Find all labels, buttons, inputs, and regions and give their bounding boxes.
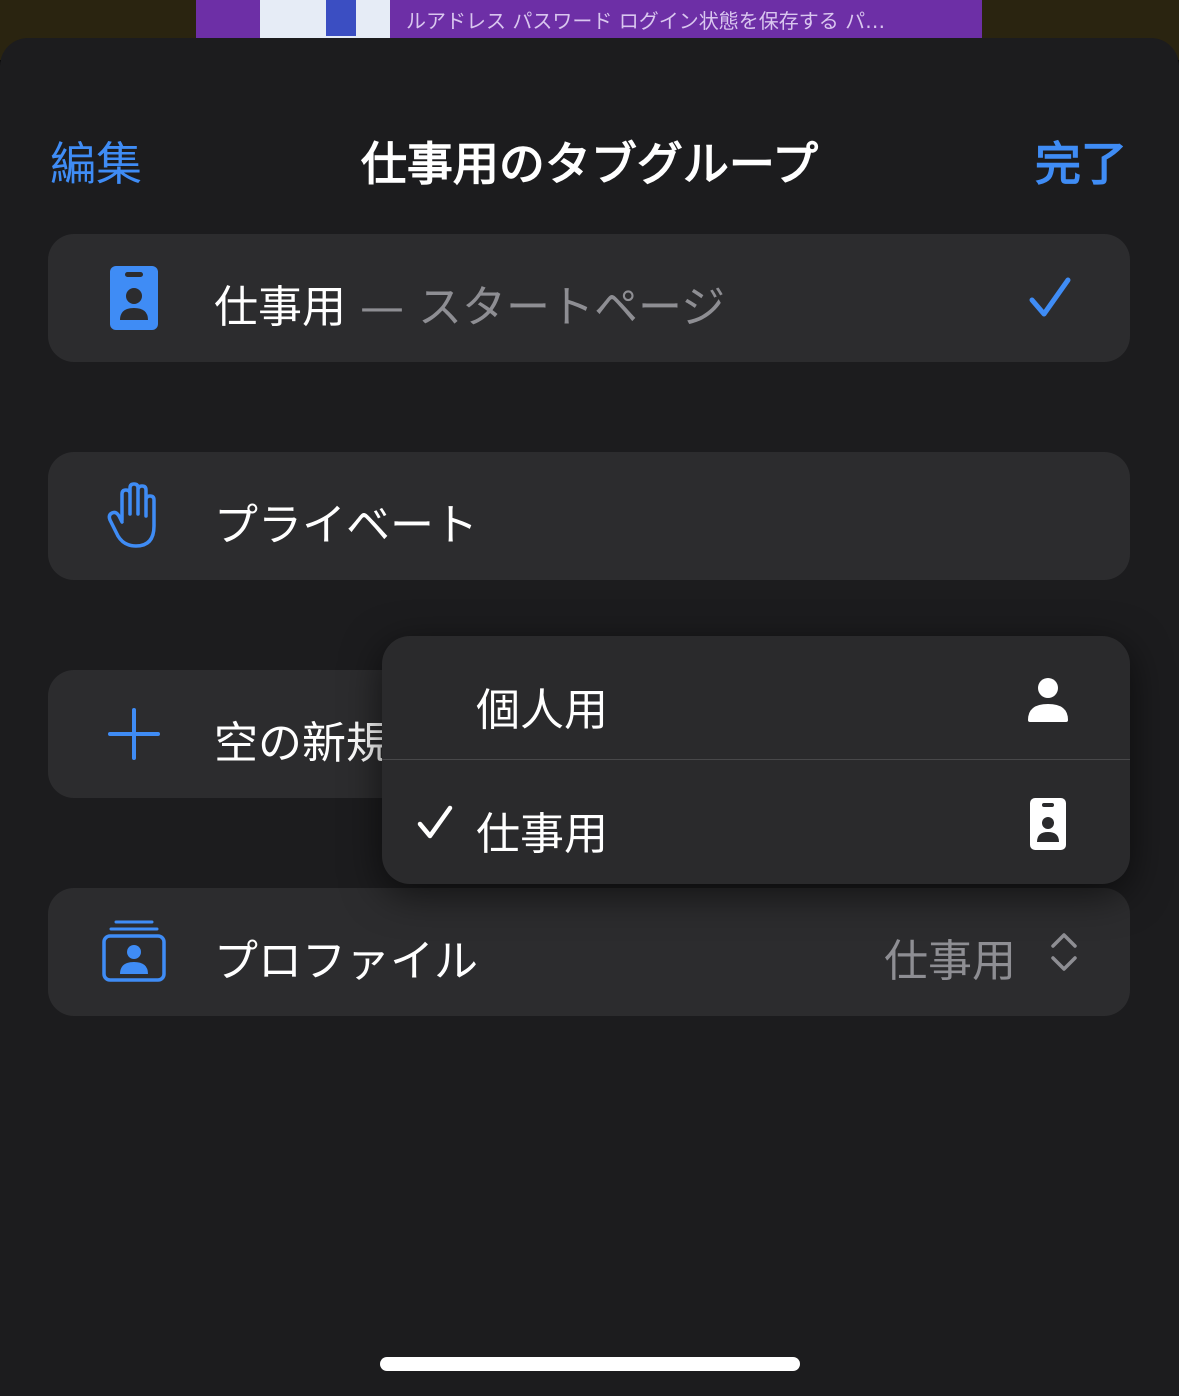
profile-label: プロファイル: [214, 936, 478, 987]
profile-value: 仕事用: [884, 936, 1016, 987]
background-thumbnail-figure: [326, 0, 356, 36]
tab-group-name: 仕事用: [214, 282, 346, 333]
person-icon: [1028, 678, 1068, 722]
tab-group-private[interactable]: プライベート: [48, 452, 1130, 580]
tab-group-private-label: プライベート: [214, 500, 478, 551]
id-badge-icon: [1030, 798, 1066, 850]
profile-row[interactable]: プロファイル 仕事用: [48, 888, 1130, 1016]
background-preview-text: ルアドレス パスワード ログイン状態を保存する パ…: [406, 9, 886, 33]
sheet-title: 仕事用のタブグループ: [360, 137, 819, 191]
tab-group-start-page: — スタートページ: [346, 282, 726, 333]
checkmark-icon: [417, 805, 453, 839]
tab-group-work-label: 仕事用 — スタートページ: [214, 271, 725, 335]
menu-item-label: 個人用: [476, 685, 608, 736]
profile-menu-item-personal[interactable]: 個人用: [382, 636, 1130, 760]
tab-group-work[interactable]: 仕事用 — スタートページ: [48, 234, 1130, 362]
chevron-up-down-icon: [1051, 933, 1077, 971]
profile-menu-item-work[interactable]: 仕事用: [382, 760, 1130, 884]
hand-raised-icon: [107, 482, 156, 548]
plus-icon: [108, 708, 160, 760]
checkmark-icon: [1029, 277, 1071, 317]
new-empty-tab-group-label: 空の新規: [214, 718, 390, 769]
profiles-stack-icon: [102, 920, 166, 982]
done-button[interactable]: 完了: [1035, 128, 1127, 194]
profile-menu: 個人用 仕事用: [382, 636, 1130, 884]
background-thumbnail: [260, 0, 390, 40]
id-badge-icon: [110, 266, 158, 330]
home-indicator: [380, 1357, 800, 1371]
menu-item-label: 仕事用: [476, 809, 608, 860]
